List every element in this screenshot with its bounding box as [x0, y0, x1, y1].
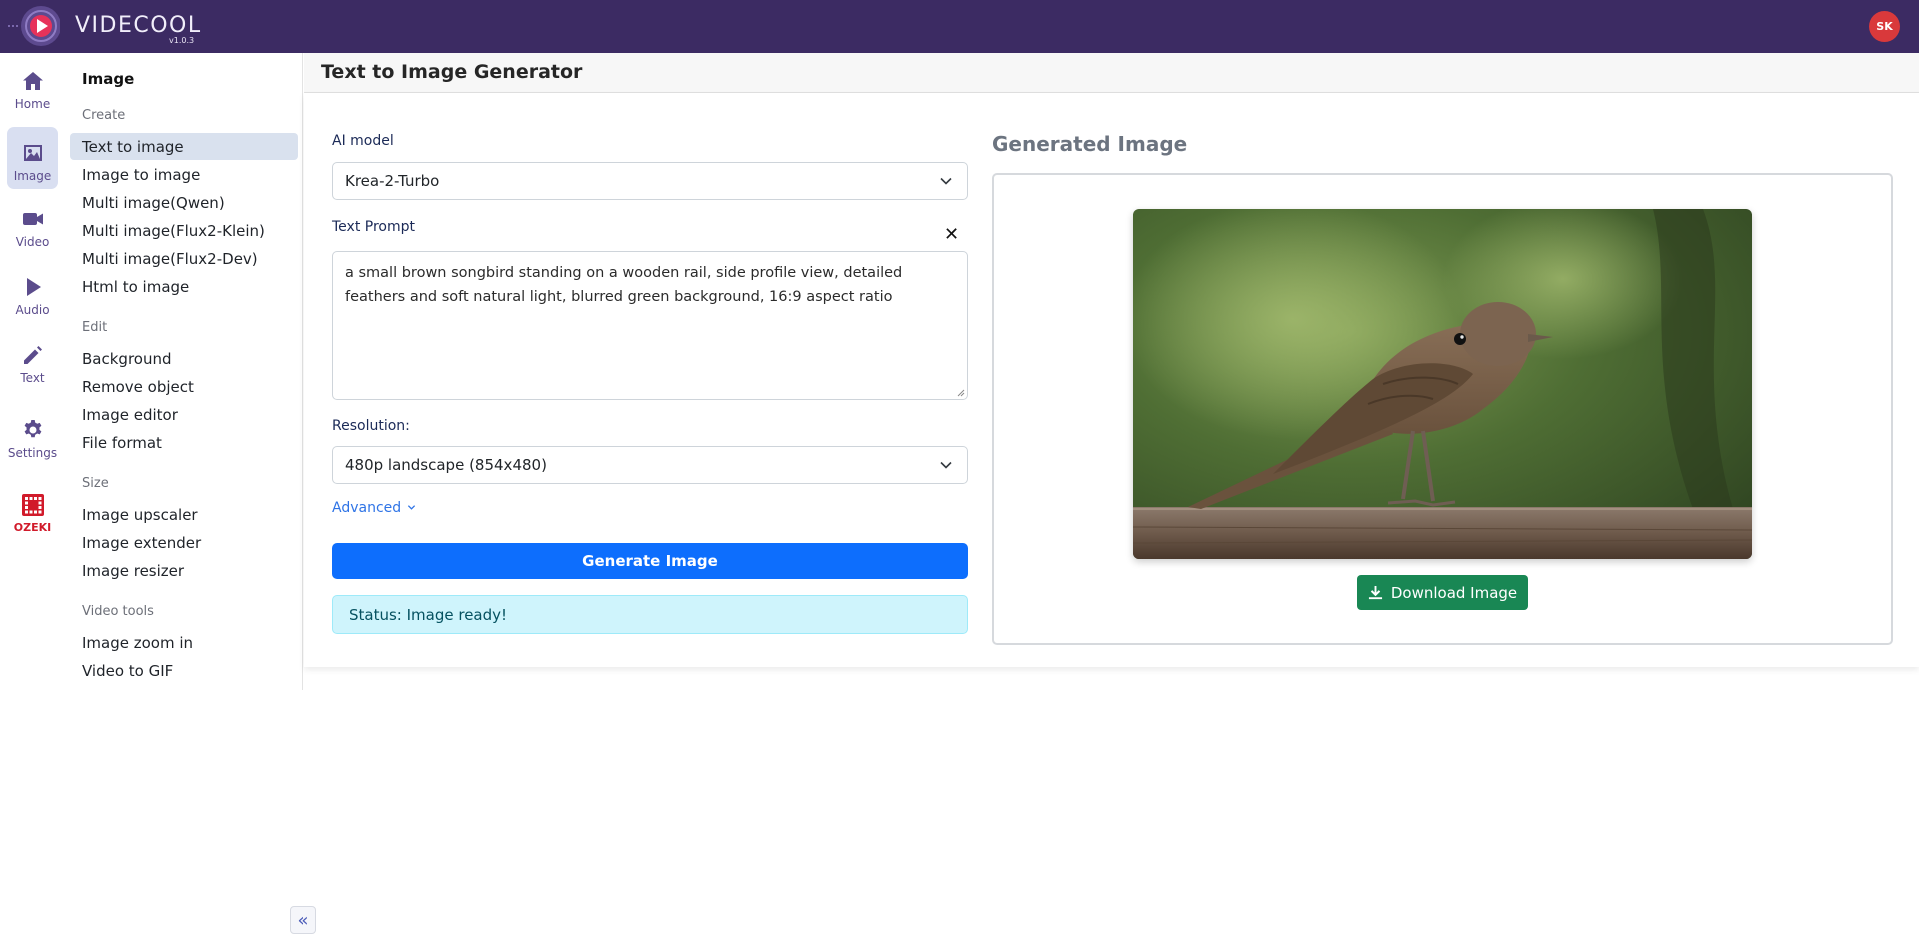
collapse-sidebar-button[interactable]: « [290, 906, 316, 934]
gear-icon [24, 420, 41, 438]
videcool-logo-icon[interactable] [6, 3, 60, 49]
menu-item-image-to-image[interactable]: Image to image [70, 161, 298, 188]
app-version: v1.0.3 [169, 36, 195, 45]
menu-section-size: Size [82, 476, 109, 491]
text-prompt-label: Text Prompt [332, 219, 415, 235]
menu-item-multi-flux2-dev[interactable]: Multi image(Flux2-Dev) [70, 245, 298, 272]
rail-label: Video [15, 235, 50, 249]
resolution-value: 480p landscape (854x480) [345, 456, 547, 474]
menu-item-image-zoom-in[interactable]: Image zoom in [70, 629, 298, 656]
image-icon [23, 145, 42, 161]
chevron-down-icon [940, 461, 952, 469]
page-title: Text to Image Generator [321, 61, 583, 83]
menu-section-create: Create [82, 108, 126, 123]
resolution-label: Resolution: [332, 418, 410, 434]
download-image-button[interactable]: Download Image [1357, 575, 1528, 610]
advanced-toggle[interactable]: Advanced [332, 500, 416, 516]
chevron-down-icon [940, 177, 952, 185]
rail-item-text[interactable]: Text [7, 329, 58, 391]
menu-item-file-format[interactable]: File format [70, 429, 298, 456]
generated-image-heading: Generated Image [992, 132, 1188, 156]
ai-model-select[interactable]: Krea-2-Turbo [332, 162, 968, 200]
play-icon [26, 278, 41, 296]
menu-item-image-resizer[interactable]: Image resizer [70, 557, 298, 584]
rail-label: Audio [15, 303, 50, 317]
rail-item-video[interactable]: Video [7, 193, 58, 255]
ai-model-label: AI model [332, 133, 394, 149]
menu-item-multi-qwen[interactable]: Multi image(Qwen) [70, 189, 298, 216]
menu-item-image-extender[interactable]: Image extender [70, 529, 298, 556]
ozeki-logo-icon [21, 494, 44, 516]
menu-item-video-to-gif[interactable]: Video to GIF [70, 657, 298, 684]
brand-name: VIDECOOL [75, 13, 202, 38]
top-bar: VIDECOOL v1.0.3 SK [0, 0, 1919, 53]
image-menu: Image Create Text to image Image to imag… [65, 53, 303, 690]
rail-label: Home [14, 97, 51, 111]
rail-item-ozeki[interactable]: OZEKI [7, 479, 58, 541]
icon-rail: Home Image Video Audio Text Settings OZE… [0, 53, 65, 944]
home-icon [22, 72, 43, 90]
menu-item-text-to-image[interactable]: Text to image [70, 133, 298, 160]
download-label: Download Image [1390, 583, 1518, 602]
rail-label: OZEKI [13, 521, 52, 534]
rail-item-audio[interactable]: Audio [7, 261, 58, 323]
rail-label: Image [13, 169, 52, 183]
generated-image[interactable] [1133, 209, 1752, 559]
download-icon [1368, 585, 1382, 600]
double-chevron-left-icon: « [297, 909, 309, 931]
menu-item-background[interactable]: Background [70, 345, 298, 372]
menu-section-edit: Edit [82, 320, 108, 335]
text-prompt-value: a small brown songbird standing on a woo… [345, 265, 903, 305]
video-icon [22, 213, 43, 225]
rail-item-settings[interactable]: Settings [7, 404, 58, 466]
bird-photo [1133, 209, 1752, 559]
clear-prompt-button[interactable]: ✕ [944, 224, 959, 245]
menu-item-image-upscaler[interactable]: Image upscaler [70, 501, 298, 528]
rail-label: Settings [7, 446, 58, 460]
pencil-icon [23, 346, 42, 364]
text-prompt-input[interactable]: a small brown songbird standing on a woo… [332, 251, 968, 400]
menu-item-html-to-image[interactable]: Html to image [70, 273, 298, 300]
resize-grip-icon[interactable] [957, 389, 965, 397]
rail-item-home[interactable]: Home [7, 55, 58, 117]
rail-label: Text [20, 371, 45, 385]
main-header: Text to Image Generator [304, 53, 1919, 93]
chevron-down-icon [407, 505, 415, 510]
menu-item-multi-flux2-klein[interactable]: Multi image(Flux2-Klein) [70, 217, 298, 244]
ai-model-value: Krea-2-Turbo [345, 172, 440, 190]
menu-title: Image [82, 70, 135, 88]
menu-section-video-tools: Video tools [82, 604, 154, 619]
rail-item-image[interactable]: Image [7, 127, 58, 189]
menu-item-image-editor[interactable]: Image editor [70, 401, 298, 428]
resolution-select[interactable]: 480p landscape (854x480) [332, 446, 968, 484]
advanced-label: Advanced [332, 500, 402, 516]
menu-item-remove-object[interactable]: Remove object [70, 373, 298, 400]
generate-image-button[interactable]: Generate Image [332, 543, 968, 579]
status-message: Status: Image ready! [332, 595, 968, 634]
user-avatar[interactable]: SK [1869, 11, 1900, 42]
